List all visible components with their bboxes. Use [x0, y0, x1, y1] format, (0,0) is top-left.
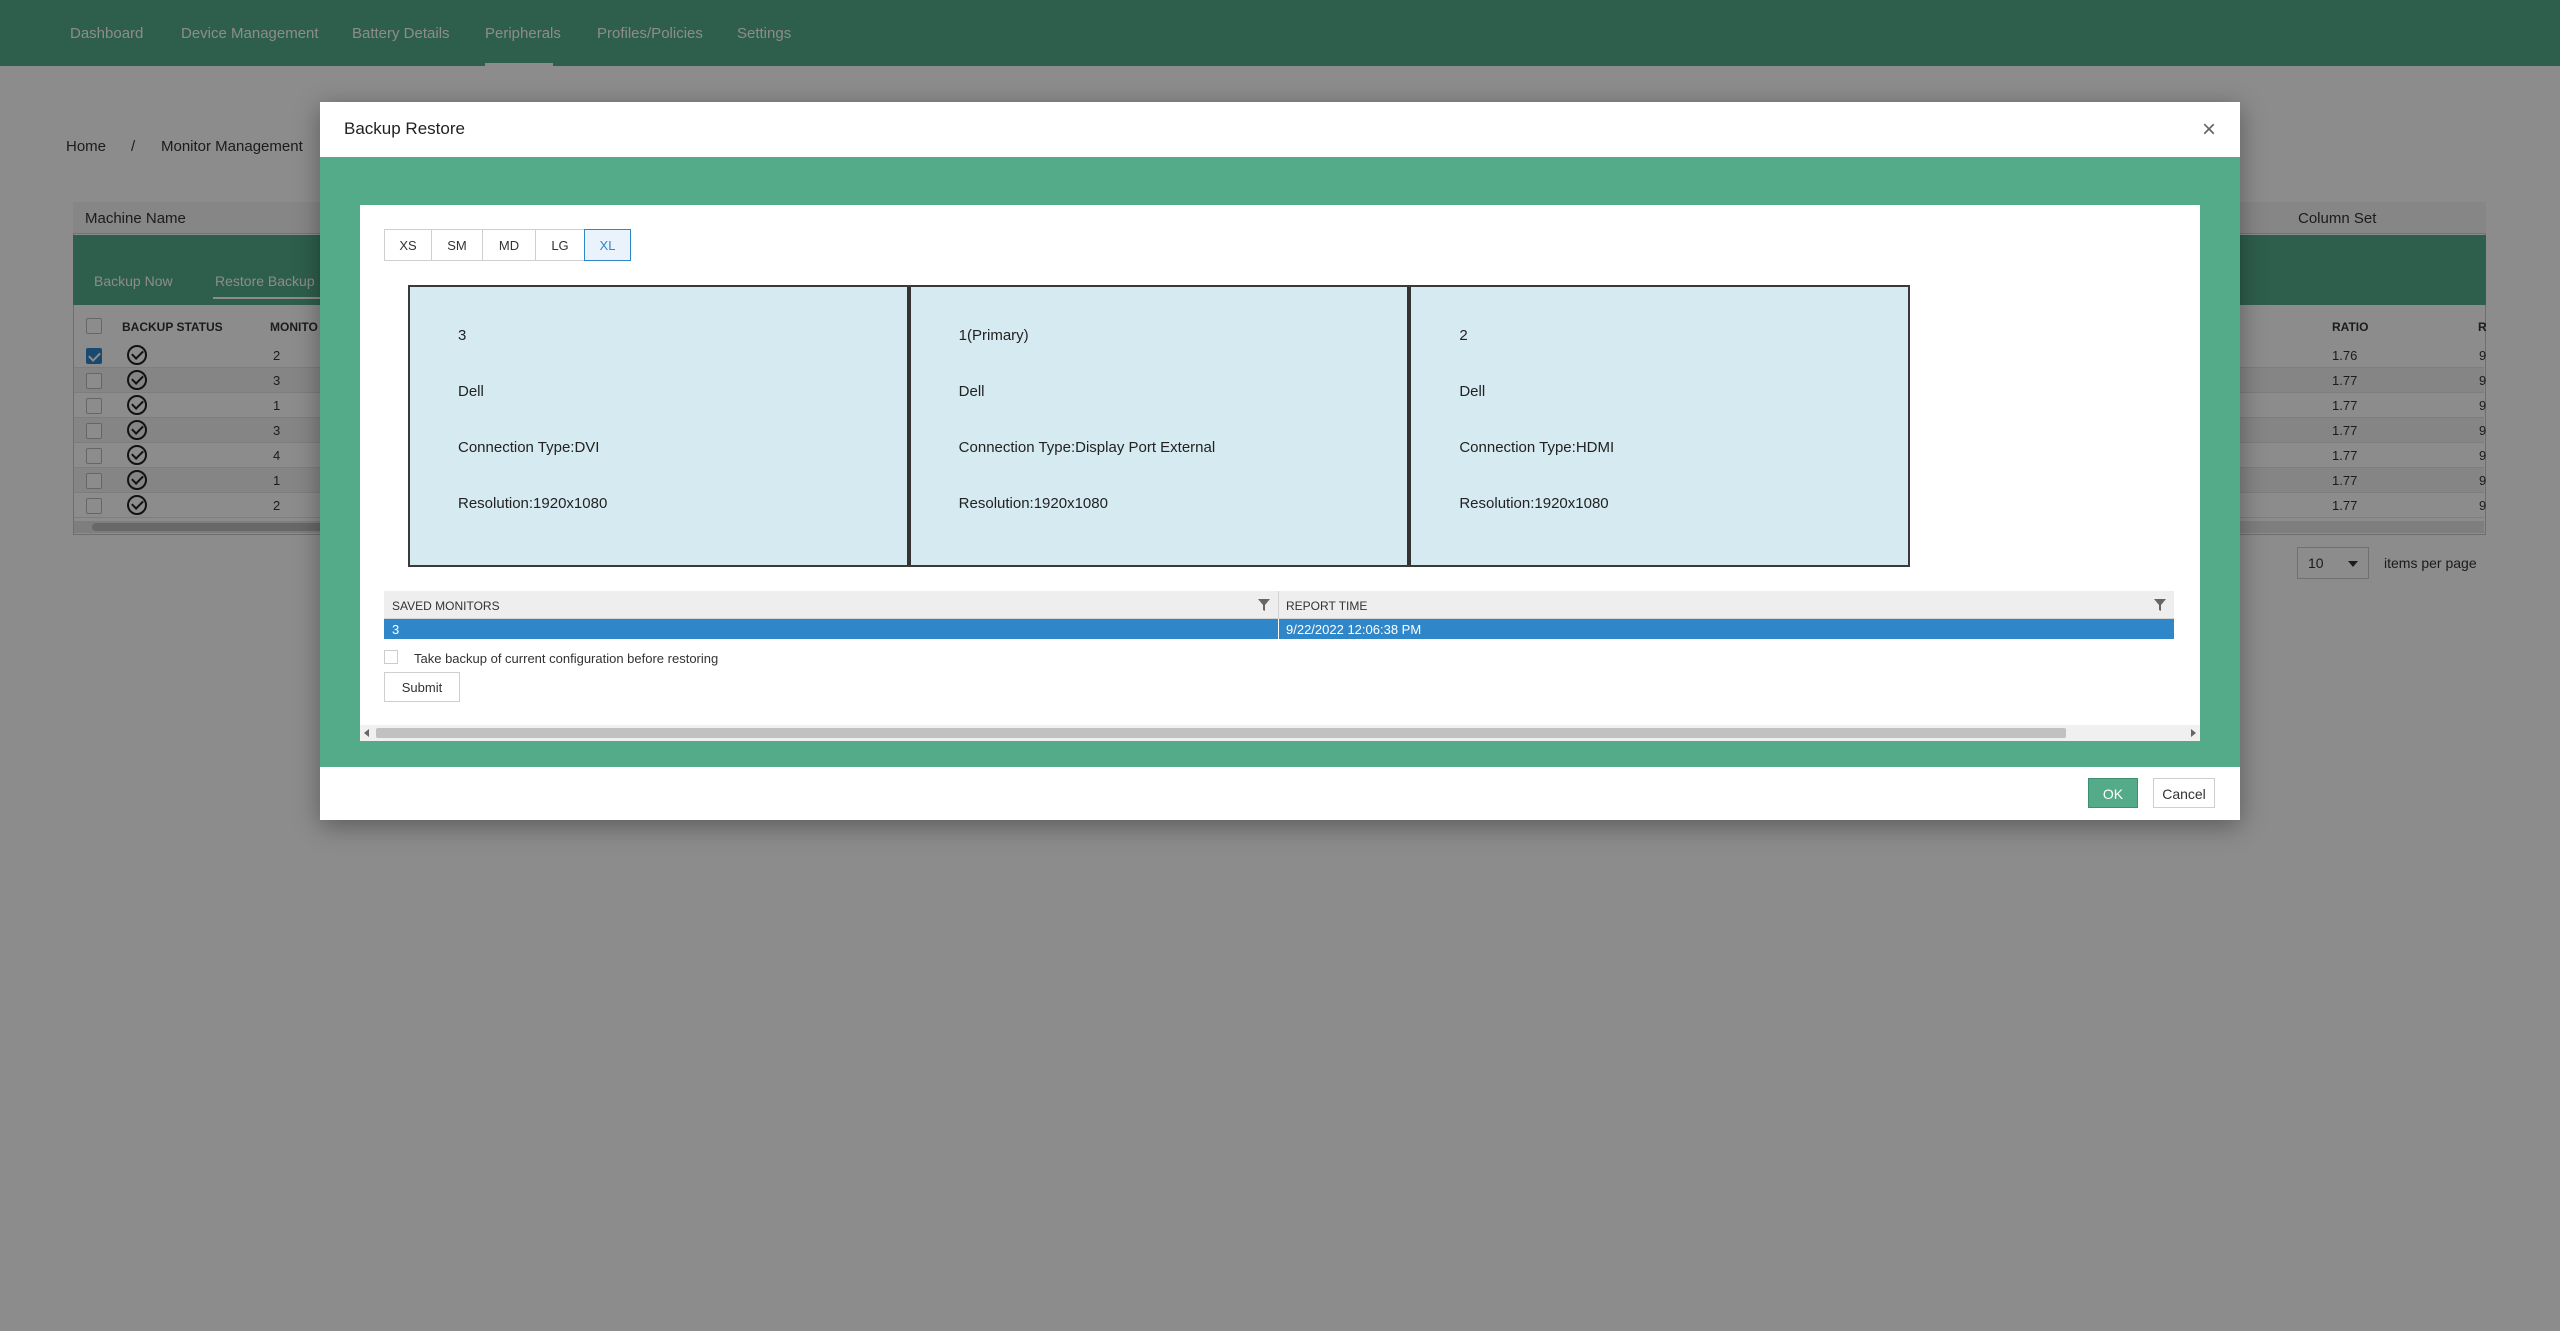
report-time-cell: 9/22/2022 12:06:38 PM [1286, 622, 1422, 637]
monitor-tile[interactable]: 2 Dell Connection Type:HDMI Resolution:1… [1411, 287, 1909, 565]
monitor-id: 2 [1459, 327, 1468, 344]
col-report-time[interactable]: REPORT TIME [1286, 599, 1367, 613]
dialog-title: Backup Restore [344, 119, 465, 138]
filter-icon[interactable] [2154, 599, 2166, 611]
monitor-id: 3 [458, 327, 467, 344]
scroll-left-icon[interactable] [364, 729, 369, 737]
monitor-resolution: Resolution:1920x1080 [958, 495, 1108, 512]
monitor-connection: Connection Type:HDMI [1459, 439, 1615, 456]
monitor-tile[interactable]: 3 Dell Connection Type:DVI Resolution:19… [410, 287, 907, 565]
size-xs-button[interactable]: XS [384, 229, 432, 261]
row-divider [1278, 619, 1279, 639]
size-xl-button[interactable]: XL [584, 229, 631, 261]
monitor-vendor: Dell [1459, 383, 1486, 400]
monitor-vendor: Dell [958, 383, 985, 400]
saved-table-row[interactable]: 3 9/22/2022 12:06:38 PM [384, 619, 2174, 639]
ok-button[interactable]: OK [2088, 778, 2138, 808]
monitor-connection: Connection Type:DVI [458, 439, 600, 456]
monitor-tile[interactable]: 1(Primary) Dell Connection Type:Display … [910, 287, 1408, 565]
monitor-resolution: Resolution:1920x1080 [458, 495, 608, 512]
backup-before-restore-checkbox[interactable] [384, 650, 398, 664]
saved-monitors-table: SAVED MONITORS REPORT TIME 3 9/22/2022 1… [384, 591, 2174, 639]
scroll-right-icon[interactable] [2191, 729, 2196, 737]
filter-icon[interactable] [1258, 599, 1270, 611]
monitor-resolution: Resolution:1920x1080 [1459, 495, 1609, 512]
col-saved-monitors[interactable]: SAVED MONITORS [392, 599, 500, 613]
monitor-layout: 3 Dell Connection Type:DVI Resolution:19… [408, 285, 1910, 567]
size-sm-button[interactable]: SM [431, 229, 483, 261]
header-divider [1278, 591, 1279, 619]
close-icon[interactable]: × [2198, 118, 2220, 142]
size-md-button[interactable]: MD [482, 229, 536, 261]
dialog-content: XS SM MD LG XL 3 Dell Connection Type:DV… [320, 157, 2240, 767]
size-lg-button[interactable]: LG [535, 229, 585, 261]
cancel-button[interactable]: Cancel [2153, 778, 2215, 808]
size-button-group: XS SM MD LG XL [384, 229, 631, 261]
submit-button[interactable]: Submit [384, 672, 460, 702]
monitor-connection: Connection Type:Display Port External [958, 439, 1216, 456]
monitor-vendor: Dell [458, 383, 484, 400]
panel-scroll-thumb[interactable] [376, 728, 2066, 738]
saved-monitors-cell: 3 [392, 622, 400, 637]
monitor-id: 1(Primary) [958, 327, 1029, 344]
backup-restore-dialog: Backup Restore × XS SM MD LG XL 3 Dell C… [320, 102, 2240, 820]
saved-table-header: SAVED MONITORS REPORT TIME [384, 591, 2174, 619]
restore-panel: XS SM MD LG XL 3 Dell Connection Type:DV… [360, 205, 2200, 741]
panel-horizontal-scrollbar[interactable] [360, 725, 2200, 741]
backup-before-restore-label[interactable]: Take backup of current configuration bef… [414, 651, 718, 666]
